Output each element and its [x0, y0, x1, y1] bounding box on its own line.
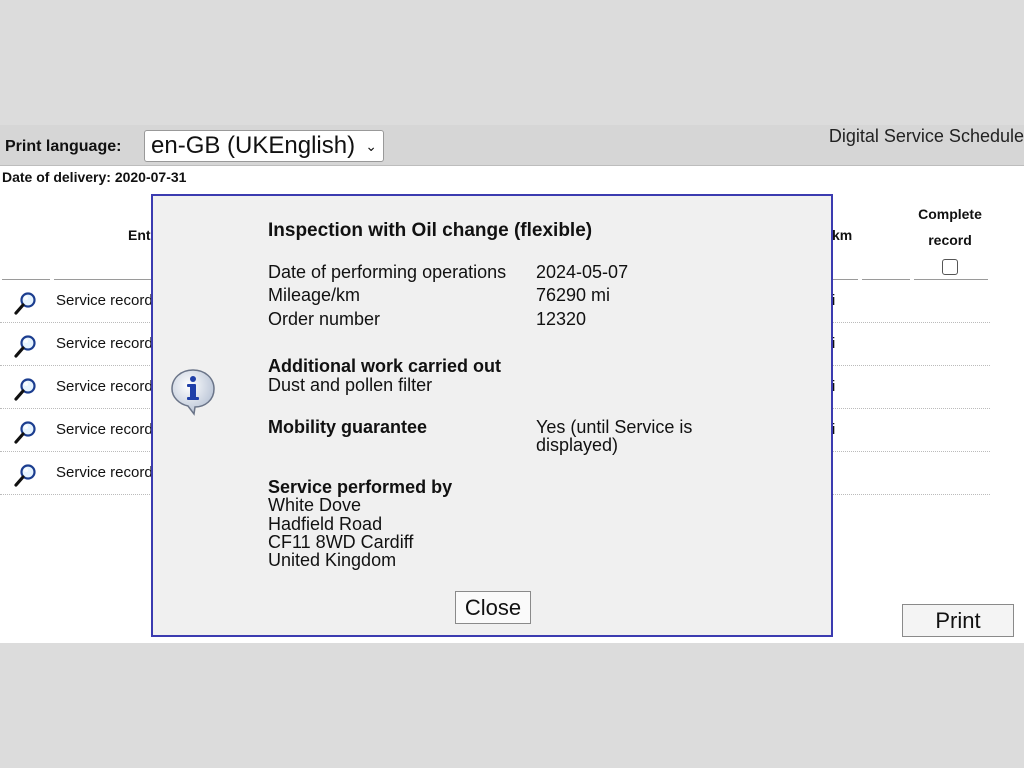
print-language-value: en-GB (UKEnglish) [151, 132, 356, 159]
mobility-value-line2: displayed) [536, 435, 619, 455]
top-bar: Print language: en-GB (UKEnglish) ⌄ Digi… [0, 125, 1024, 166]
row-label: Service record [56, 378, 153, 395]
print-language-select[interactable]: en-GB (UKEnglish) ⌄ [144, 130, 384, 162]
additional-work-value: Dust and pollen filter [268, 375, 433, 395]
complete-record-checkbox[interactable] [942, 259, 958, 276]
print-button[interactable]: Print [902, 604, 1014, 637]
mileage-label: Mileage/km [268, 285, 361, 305]
complete-label-line1: Complete [918, 206, 982, 222]
complete-label-line2: record [928, 232, 972, 248]
date-label: Date of performing operations [268, 262, 507, 282]
dialog-title: Inspection with Oil change (flexible) [268, 220, 593, 241]
info-icon [171, 369, 215, 416]
mobility-value: Yes (until Service is displayed) [536, 417, 796, 456]
additional-work-title: Additional work carried out [268, 356, 502, 376]
order-label: Order number [268, 309, 381, 329]
delivery-date: Date of delivery: 2020-07-31 [2, 169, 187, 185]
close-button[interactable]: Close [455, 591, 531, 624]
app-title: Digital Service Schedule [828, 126, 1024, 146]
row-label: Service record [56, 421, 153, 438]
service-detail-dialog: Inspection with Oil change (flexible) Da… [151, 194, 833, 637]
header-cell-icon [2, 193, 50, 280]
chevron-down-icon: ⌄ [365, 137, 377, 154]
mileage-value: 76290 mi [536, 285, 611, 305]
column-header-entry: Ent [128, 227, 151, 243]
magnifier-icon[interactable] [13, 376, 39, 402]
magnifier-icon[interactable] [13, 333, 39, 359]
magnifier-icon[interactable] [13, 462, 39, 488]
performed-by-country: United Kingdom [268, 550, 397, 570]
magnifier-icon[interactable] [13, 419, 39, 445]
mobility-label: Mobility guarantee [268, 417, 428, 437]
magnifier-icon[interactable] [13, 290, 39, 316]
column-header-complete: Complete record [912, 201, 988, 279]
header-cell-extra [862, 193, 910, 280]
performed-by-name: White Dove [268, 495, 362, 515]
order-value: 12320 [536, 309, 587, 329]
date-value: 2024-05-07 [536, 262, 629, 282]
row-label: Service record [56, 335, 153, 352]
row-label: Service record [56, 464, 153, 481]
row-label: Service record [56, 292, 153, 309]
print-language-label: Print language: [5, 138, 122, 155]
column-header-km: km [832, 227, 853, 243]
